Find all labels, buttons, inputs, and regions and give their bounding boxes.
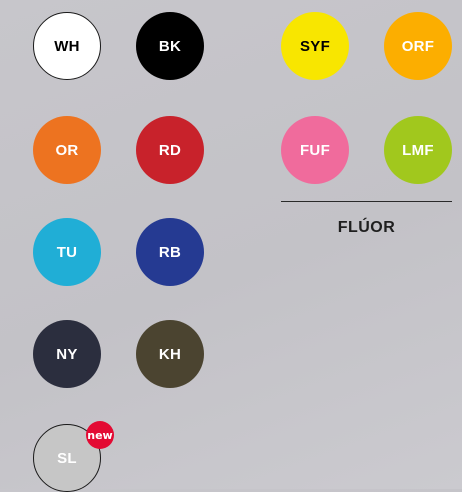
swatch-code: FUF	[299, 141, 331, 159]
swatch-code: TU	[56, 243, 78, 261]
swatch-code: KH	[158, 345, 182, 363]
swatch-khaki[interactable]: KH	[136, 320, 204, 388]
swatch-code: OR	[55, 141, 79, 159]
swatch-orange-fluor[interactable]: ORF	[384, 12, 452, 80]
swatch-code: BK	[158, 37, 182, 55]
swatch-code: RD	[158, 141, 182, 159]
swatch-code: SL	[57, 449, 77, 467]
swatch-code: SYF	[299, 37, 331, 55]
swatch-fuchsia-fluor[interactable]: FUF	[281, 116, 349, 184]
swatch-lime-fluor[interactable]: LMF	[384, 116, 452, 184]
swatch-orange[interactable]: OR	[33, 116, 101, 184]
swatch-white[interactable]: WH	[33, 12, 101, 80]
swatch-navy[interactable]: NY	[33, 320, 101, 388]
new-badge-label: new	[87, 428, 113, 442]
swatch-royal-blue[interactable]: RB	[136, 218, 204, 286]
new-badge: new	[86, 421, 114, 449]
swatch-turquoise[interactable]: TU	[33, 218, 101, 286]
fluor-divider	[281, 201, 452, 202]
swatch-black[interactable]: BK	[136, 12, 204, 80]
fluor-group-label: FLÚOR	[337, 219, 396, 236]
swatch-code: RB	[158, 243, 182, 261]
swatch-code: WH	[54, 37, 80, 55]
swatch-red[interactable]: RD	[136, 116, 204, 184]
swatch-code: NY	[56, 345, 78, 363]
swatch-code: LMF	[402, 141, 434, 159]
swatch-code: ORF	[401, 37, 435, 55]
swatch-safety-yellow-fluor[interactable]: SYF	[281, 12, 349, 80]
